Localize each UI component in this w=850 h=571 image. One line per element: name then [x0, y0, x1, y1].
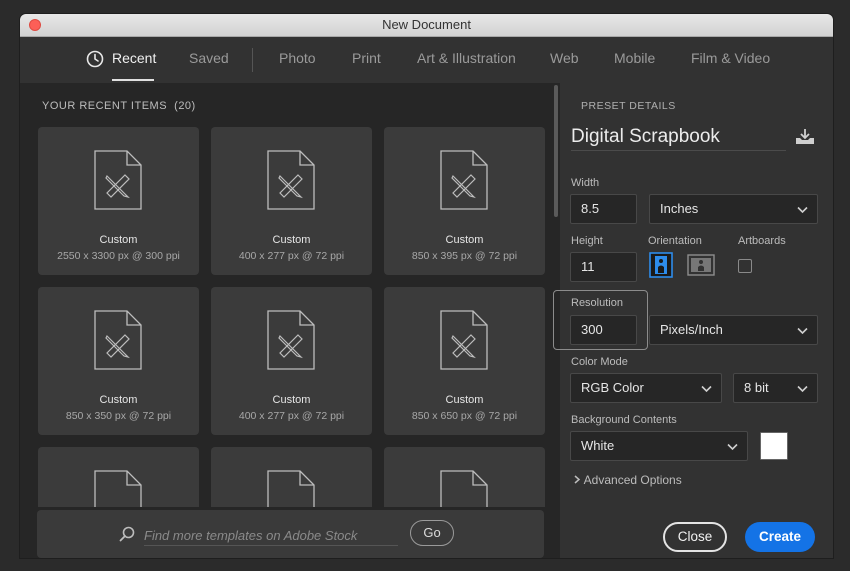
recent-item-name: Custom — [99, 394, 138, 406]
close-button[interactable]: Close — [663, 522, 727, 552]
width-unit-select[interactable]: Inches — [649, 194, 818, 224]
background-contents-select[interactable]: White — [570, 431, 748, 461]
advanced-options-toggle[interactable]: Advanced Options — [573, 473, 682, 487]
document-icon — [94, 310, 142, 370]
document-icon — [440, 310, 488, 370]
recent-item-name: Custom — [99, 234, 138, 246]
chevron-down-icon — [797, 385, 808, 393]
recent-item-card[interactable]: Custom 400 x 277 px @ 72 ppi — [211, 127, 372, 275]
preset-name-field[interactable]: Digital Scrapbook — [571, 124, 786, 151]
recent-item-card[interactable] — [38, 447, 199, 507]
chevron-down-icon — [701, 385, 712, 393]
recent-items-header: YOUR RECENT ITEMS (20) — [42, 100, 196, 112]
new-document-dialog: New Document Recent Saved Photo Print Ar… — [20, 14, 833, 558]
tab-print[interactable]: Print — [352, 50, 381, 66]
advanced-options-label: Advanced Options — [583, 473, 682, 487]
tab-divider — [252, 48, 253, 72]
chevron-down-icon — [727, 443, 738, 451]
recent-item-card[interactable]: Custom 850 x 395 px @ 72 ppi — [384, 127, 545, 275]
color-mode-value: RGB Color — [581, 380, 644, 395]
bit-depth-select[interactable]: 8 bit — [733, 373, 818, 403]
tab-photo[interactable]: Photo — [279, 50, 316, 66]
recent-item-size: 400 x 277 px @ 72 ppi — [238, 250, 345, 262]
recent-item-size: 850 x 350 px @ 72 ppi — [65, 410, 172, 422]
bit-depth-value: 8 bit — [744, 380, 769, 395]
clock-icon — [86, 50, 104, 68]
background-contents-label: Background Contents — [571, 414, 677, 426]
recent-item-size: 850 x 395 px @ 72 ppi — [411, 250, 518, 262]
tab-recent[interactable]: Recent — [112, 50, 156, 66]
document-icon — [94, 470, 142, 507]
orientation-label: Orientation — [648, 235, 702, 247]
background-color-swatch[interactable] — [760, 432, 788, 460]
tab-film-video[interactable]: Film & Video — [691, 50, 770, 66]
tab-web[interactable]: Web — [550, 50, 579, 66]
scrollbar-thumb[interactable] — [554, 85, 558, 217]
tab-art-illustration[interactable]: Art & Illustration — [417, 50, 516, 66]
recent-item-size: 2550 x 3300 px @ 300 ppi — [57, 250, 180, 262]
resolution-unit-value: Pixels/Inch — [660, 322, 723, 337]
document-icon — [267, 310, 315, 370]
height-input[interactable]: 11 — [570, 252, 637, 282]
preset-details-label: PRESET DETAILS — [581, 100, 676, 112]
tab-saved[interactable]: Saved — [189, 50, 229, 66]
recent-item-card[interactable]: Custom 850 x 650 px @ 72 ppi — [384, 287, 545, 435]
category-tabs: Recent Saved Photo Print Art & Illustrat… — [20, 37, 833, 83]
title-bar: New Document — [20, 14, 833, 37]
resolution-unit-select[interactable]: Pixels/Inch — [649, 315, 818, 345]
height-label: Height — [571, 235, 603, 247]
width-label: Width — [571, 177, 600, 189]
recent-items-count: (20) — [174, 100, 196, 112]
chevron-down-icon — [797, 206, 808, 214]
tab-mobile[interactable]: Mobile — [614, 50, 655, 66]
recent-item-size: 400 x 277 px @ 72 ppi — [238, 410, 345, 422]
artboards-label: Artboards — [738, 235, 786, 247]
recent-item-card[interactable] — [211, 447, 372, 507]
document-icon — [440, 470, 488, 507]
recent-item-name: Custom — [272, 234, 311, 246]
color-mode-label: Color Mode — [571, 356, 628, 368]
search-icon — [119, 526, 135, 542]
recent-item-card[interactable]: Custom 400 x 277 px @ 72 ppi — [211, 287, 372, 435]
recent-item-card[interactable] — [384, 447, 545, 507]
resolution-input[interactable]: 300 — [570, 315, 637, 345]
recent-items-panel: YOUR RECENT ITEMS (20) Custom 2550 x 330… — [20, 83, 560, 558]
document-icon — [267, 150, 315, 210]
active-tab-indicator — [112, 79, 154, 81]
artboards-checkbox[interactable] — [738, 259, 752, 273]
recent-item-name: Custom — [272, 394, 311, 406]
recent-item-name: Custom — [445, 394, 484, 406]
document-icon — [267, 470, 315, 507]
create-button[interactable]: Create — [745, 522, 815, 552]
recent-items-title: YOUR RECENT ITEMS — [42, 100, 168, 112]
save-preset-icon[interactable] — [795, 128, 815, 146]
recent-item-card[interactable]: Custom 2550 x 3300 px @ 300 ppi — [38, 127, 199, 275]
resolution-label: Resolution — [571, 297, 623, 309]
window-close-icon[interactable] — [29, 19, 41, 31]
recent-item-card[interactable]: Custom 850 x 350 px @ 72 ppi — [38, 287, 199, 435]
document-icon — [94, 150, 142, 210]
chevron-right-icon — [574, 475, 581, 484]
width-input[interactable]: 8.5 — [570, 194, 637, 224]
preset-details-panel: PRESET DETAILS Digital Scrapbook Width 8… — [553, 83, 833, 558]
stock-search-input[interactable] — [144, 525, 398, 546]
go-button[interactable]: Go — [410, 520, 454, 546]
chevron-down-icon — [797, 327, 808, 335]
landscape-orientation-icon[interactable] — [687, 254, 715, 276]
adobe-stock-search-bar: Go — [37, 510, 544, 558]
window-title: New Document — [382, 17, 471, 32]
document-icon — [440, 150, 488, 210]
color-mode-select[interactable]: RGB Color — [570, 373, 722, 403]
recent-item-size: 850 x 650 px @ 72 ppi — [411, 410, 518, 422]
width-unit-value: Inches — [660, 201, 699, 216]
background-contents-value: White — [581, 438, 615, 453]
recent-item-name: Custom — [445, 234, 484, 246]
portrait-orientation-icon[interactable] — [649, 252, 673, 278]
